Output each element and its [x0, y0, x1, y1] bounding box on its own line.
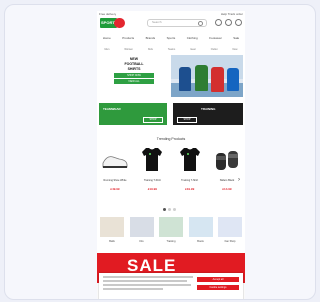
product-price: £14.99 [222, 187, 232, 191]
hero-button-2[interactable]: VIEW ALL [114, 79, 154, 84]
product-card[interactable]: Sliders Black £14.99 [211, 145, 243, 195]
promo-banner-teamwear[interactable]: TEAMWEAR SHOP [99, 103, 167, 125]
category-item[interactable]: Outlet [211, 48, 218, 51]
hero-line-2: FOOTBALL [124, 62, 144, 66]
search-placeholder: Search [152, 20, 162, 24]
nav-item[interactable]: Brands [146, 36, 156, 40]
tile-caption: Balls [109, 240, 115, 243]
product-card[interactable]: Running Shoe White £49.99 [99, 145, 131, 195]
hero-line-3: SHIRTS [127, 67, 141, 71]
category-tile[interactable]: Fan Shop [217, 217, 243, 249]
search-icon[interactable] [198, 21, 203, 26]
cookie-text [103, 276, 193, 292]
tshirt-image [179, 148, 200, 171]
carousel-dot[interactable] [163, 208, 166, 211]
website-screenshot: Free delivery Help Track order SPORT Sea… [97, 11, 245, 299]
shoe-image [102, 156, 128, 168]
nav-item[interactable]: Home [103, 36, 111, 40]
product-card[interactable]: Training T-Shirt £19.99 [136, 145, 168, 195]
category-item[interactable]: Men [105, 48, 110, 51]
hero-button-1[interactable]: SHOP NOW [114, 73, 154, 78]
nav-item[interactable]: Footwear [209, 36, 222, 40]
product-carousel: Running Shoe White £49.99 Training T-Shi… [99, 145, 243, 195]
carousel-dot[interactable] [173, 208, 176, 211]
wishlist-icon[interactable] [225, 19, 232, 26]
tile-caption: Training [166, 240, 176, 243]
header-icons [215, 19, 242, 26]
category-nav: Men Women Kids Teams Gear Outlet New [97, 47, 245, 52]
promo-button[interactable]: SHOP [177, 117, 197, 123]
nav-item[interactable]: Sports [167, 36, 176, 40]
carousel-dots [163, 208, 176, 211]
category-item[interactable]: Kids [148, 48, 153, 51]
section-title: Trending Products [156, 137, 186, 141]
site-header: SPORT Search [97, 17, 245, 31]
tshirt-image [142, 148, 163, 171]
category-item[interactable]: Women [124, 48, 133, 51]
hero-line-1: NEW [129, 57, 139, 61]
product-price: £49.99 [110, 187, 120, 191]
hero-text: NEW FOOTBALL SHIRTS SHOP NOW VIEW ALL [100, 57, 168, 97]
category-tiles: Balls Kits Training Boots Fan Shop [99, 217, 243, 249]
carousel-dot[interactable] [168, 208, 171, 211]
promo-button[interactable]: SHOP [143, 117, 163, 123]
product-name: Training T-Shirt [181, 179, 199, 182]
product-card[interactable]: Training T-Shirt £19.99 [174, 145, 206, 195]
nav-item[interactable]: Sale [233, 36, 239, 40]
site-logo[interactable]: SPORT [100, 18, 126, 28]
category-tile[interactable]: Boots [188, 217, 214, 249]
cookie-banner: Accept all Cookie settings [99, 273, 243, 299]
main-nav: Home Products Brands Sports Clothing Foo… [97, 35, 245, 40]
category-tile[interactable]: Training [158, 217, 184, 249]
category-tile[interactable]: Balls [99, 217, 125, 249]
carousel-next-arrow-icon[interactable]: › [238, 177, 240, 183]
cookie-accept-button[interactable]: Accept all [197, 277, 239, 282]
category-item[interactable]: New [232, 48, 237, 51]
tile-caption: Boots [197, 240, 204, 243]
category-item[interactable]: Teams [168, 48, 175, 51]
nav-item[interactable]: Clothing [187, 36, 198, 40]
cookie-settings-button[interactable]: Cookie settings [197, 285, 239, 290]
tile-caption: Kits [139, 240, 144, 243]
promo-label: TEAMWEAR [103, 107, 121, 111]
logo-text: SPORT [101, 20, 115, 25]
hero-image[interactable] [171, 55, 243, 97]
page-preview-card: Free delivery Help Track order SPORT Sea… [4, 4, 316, 300]
cart-icon[interactable] [235, 19, 242, 26]
product-name: Running Shoe White [103, 179, 127, 182]
category-tile[interactable]: Kits [129, 217, 155, 249]
topbar-left-text: Free delivery [99, 12, 117, 16]
account-icon[interactable] [215, 19, 222, 26]
category-item[interactable]: Gear [190, 48, 196, 51]
sale-text: SALE [127, 256, 177, 275]
nav-item[interactable]: Products [122, 36, 134, 40]
product-name: Training T-Shirt [143, 179, 161, 182]
top-bar: Free delivery Help Track order [99, 12, 243, 16]
tile-caption: Fan Shop [224, 240, 236, 243]
promo-label: TRAINING [201, 107, 216, 111]
product-price: £19.99 [185, 187, 195, 191]
topbar-right-text[interactable]: Help Track order [221, 13, 243, 16]
product-price: £19.99 [147, 187, 157, 191]
promo-banner-training[interactable]: TRAINING SHOP [173, 103, 243, 125]
slide-sandal-image [215, 151, 238, 170]
search-input[interactable]: Search [147, 19, 207, 27]
